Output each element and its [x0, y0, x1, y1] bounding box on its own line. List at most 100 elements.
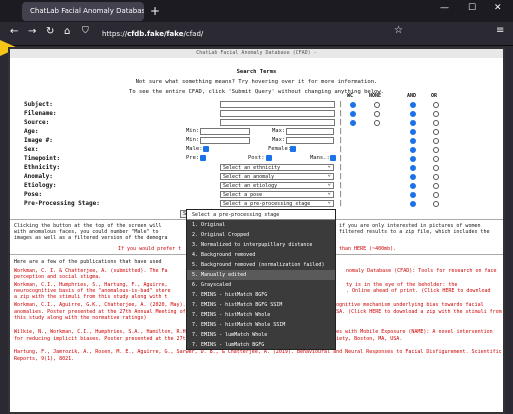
- image-min-input[interactable]: [200, 137, 250, 144]
- sex-or-radio[interactable]: [433, 147, 439, 153]
- timepoint-or-radio[interactable]: [433, 156, 439, 162]
- image-and-radio[interactable]: [410, 138, 416, 144]
- dropdown-current[interactable]: Select a pre-processing stage: [187, 210, 335, 220]
- dropdown-option[interactable]: 7. EMINS - lumMatch Whole: [187, 330, 335, 340]
- pose-or-radio[interactable]: [433, 192, 439, 198]
- post-checkbox[interactable]: [266, 155, 272, 161]
- filename-label: Filename:: [24, 110, 57, 117]
- pose-and-radio[interactable]: [410, 192, 416, 198]
- col-none: NONE: [369, 93, 382, 99]
- subject-or-radio[interactable]: [433, 102, 439, 108]
- preprocessing-and-radio[interactable]: [410, 201, 416, 207]
- subject-wc-radio[interactable]: [350, 102, 356, 108]
- age-and-radio[interactable]: [410, 129, 416, 135]
- source-none-radio[interactable]: [374, 120, 380, 126]
- dropdown-option[interactable]: 5. Background removed (normalization fai…: [187, 260, 335, 270]
- subject-none-radio[interactable]: [374, 102, 380, 108]
- divider: |: [339, 155, 343, 162]
- age-or-radio[interactable]: [433, 129, 439, 135]
- divider: |: [339, 182, 343, 189]
- divider: |: [339, 101, 343, 108]
- browser-tab[interactable]: ChatLab Facial Anomaly Database ( ×: [22, 2, 144, 21]
- navigation-bar: ← → ↻ ⌂ ⛉ https://cfdb.fake/fake/cfad/ ☆…: [0, 22, 513, 46]
- bookmark-star-icon[interactable]: ☆: [394, 25, 403, 36]
- back-arrow-icon[interactable]: ←: [10, 26, 18, 37]
- url-bar[interactable]: https://cfdb.fake/fake/cfad/: [102, 27, 372, 41]
- preprocessing-or-radio[interactable]: [433, 201, 439, 207]
- download-note-right[interactable]: than HERE (~400mb).: [339, 246, 396, 252]
- hint-text: Not sure what something means? Try hover…: [135, 79, 378, 85]
- source-input[interactable]: [220, 119, 335, 126]
- divider: |: [339, 173, 343, 180]
- pub2-line2b[interactable]: . Online ahead of print. (Click HERE to …: [346, 288, 491, 294]
- pub1-line1b: nomaly Database (CFAD): Tools for resear…: [346, 268, 497, 274]
- age-max-input[interactable]: [286, 128, 334, 135]
- forward-arrow-icon[interactable]: →: [28, 26, 36, 37]
- anomaly-select[interactable]: Select an anomaly: [220, 172, 334, 180]
- dropdown-option[interactable]: 6. Grayscaled: [187, 280, 335, 290]
- ethnicity-select[interactable]: Select an ethnicity: [220, 163, 334, 171]
- dropdown-option[interactable]: 4. Background removed: [187, 250, 335, 260]
- preprocessing-select[interactable]: Select a pre-processing stage: [220, 199, 334, 207]
- image-max-input[interactable]: [286, 137, 334, 144]
- filename-wc-radio[interactable]: [350, 111, 356, 117]
- dropdown-option[interactable]: 7. EMINS - histMatch Whole: [187, 310, 335, 320]
- filename-and-radio[interactable]: [410, 111, 416, 117]
- dropdown-option-highlighted[interactable]: 5. Manually edited: [187, 270, 335, 280]
- dropdown-option[interactable]: 3. Normalized to interpupillary distance: [187, 240, 335, 250]
- divider: |: [339, 200, 343, 207]
- etiology-select[interactable]: Select an etiology: [220, 181, 334, 189]
- shield-icon[interactable]: ⛉: [82, 26, 89, 36]
- age-max-label: Max:: [272, 128, 286, 134]
- pose-select[interactable]: Select a pose: [220, 190, 334, 198]
- minimize-button[interactable]: —: [440, 3, 449, 13]
- ethnicity-or-radio[interactable]: [433, 165, 439, 171]
- source-wc-radio[interactable]: [350, 120, 356, 126]
- dropdown-option[interactable]: 7. EMINS - histMatch Whole SSIM: [187, 320, 335, 330]
- source-or-radio[interactable]: [433, 120, 439, 126]
- filename-input[interactable]: [220, 110, 335, 117]
- dropdown-option[interactable]: 1. Original: [187, 220, 335, 230]
- col-or: OR: [431, 93, 438, 99]
- divider: |: [339, 164, 343, 171]
- dropdown-option[interactable]: 7. EMINS - histMatch BGFG SSIM: [187, 300, 335, 310]
- male-checkbox[interactable]: [203, 146, 209, 152]
- mans-checkbox[interactable]: [330, 155, 336, 161]
- para3-left: images as well as a filtered version of …: [14, 235, 168, 241]
- image-or-radio[interactable]: [433, 138, 439, 144]
- sex-label: Sex:: [24, 146, 39, 153]
- divider: |: [339, 119, 343, 126]
- divider: |: [339, 137, 343, 144]
- age-min-input[interactable]: [200, 128, 250, 135]
- dropdown-option[interactable]: 7. EMINS - lumMatch BGFG: [187, 340, 335, 350]
- image-max-label: Max:: [272, 137, 286, 143]
- pre-label: Pre:: [186, 155, 200, 161]
- filename-none-radio[interactable]: [374, 111, 380, 117]
- female-checkbox[interactable]: [290, 146, 296, 152]
- source-and-radio[interactable]: [410, 120, 416, 126]
- anomaly-or-radio[interactable]: [433, 174, 439, 180]
- subject-input[interactable]: [220, 101, 335, 108]
- reload-icon[interactable]: ↻: [46, 26, 54, 37]
- timepoint-and-radio[interactable]: [410, 156, 416, 162]
- etiology-and-radio[interactable]: [410, 183, 416, 189]
- tab-title: ChatLab Facial Anomaly Database ( ×: [30, 7, 144, 15]
- subject-and-radio[interactable]: [410, 102, 416, 108]
- pub1-line2: perception and social stigma.: [14, 274, 102, 280]
- close-window-button[interactable]: ✕: [494, 3, 502, 13]
- new-tab-button[interactable]: +: [150, 2, 160, 20]
- dropdown-option[interactable]: 2. Original Cropped: [187, 230, 335, 240]
- filename-or-radio[interactable]: [433, 111, 439, 117]
- anomaly-and-radio[interactable]: [410, 174, 416, 180]
- para2-right: filtered results to a zip file, which in…: [339, 229, 490, 235]
- pre-checkbox[interactable]: [200, 155, 206, 161]
- etiology-or-radio[interactable]: [433, 183, 439, 189]
- menu-icon[interactable]: ≡: [496, 25, 504, 36]
- ethnicity-and-radio[interactable]: [410, 165, 416, 171]
- preprocessing-dropdown-list[interactable]: Select a pre-processing stage 1. Origina…: [186, 209, 336, 350]
- home-icon[interactable]: ⌂: [64, 26, 70, 37]
- maximize-button[interactable]: ☐: [468, 3, 476, 13]
- sex-and-radio[interactable]: [410, 147, 416, 153]
- tab-bar: ChatLab Facial Anomaly Database ( × + — …: [0, 0, 513, 22]
- dropdown-option[interactable]: 7. EMINS - histMatch BGFG: [187, 290, 335, 300]
